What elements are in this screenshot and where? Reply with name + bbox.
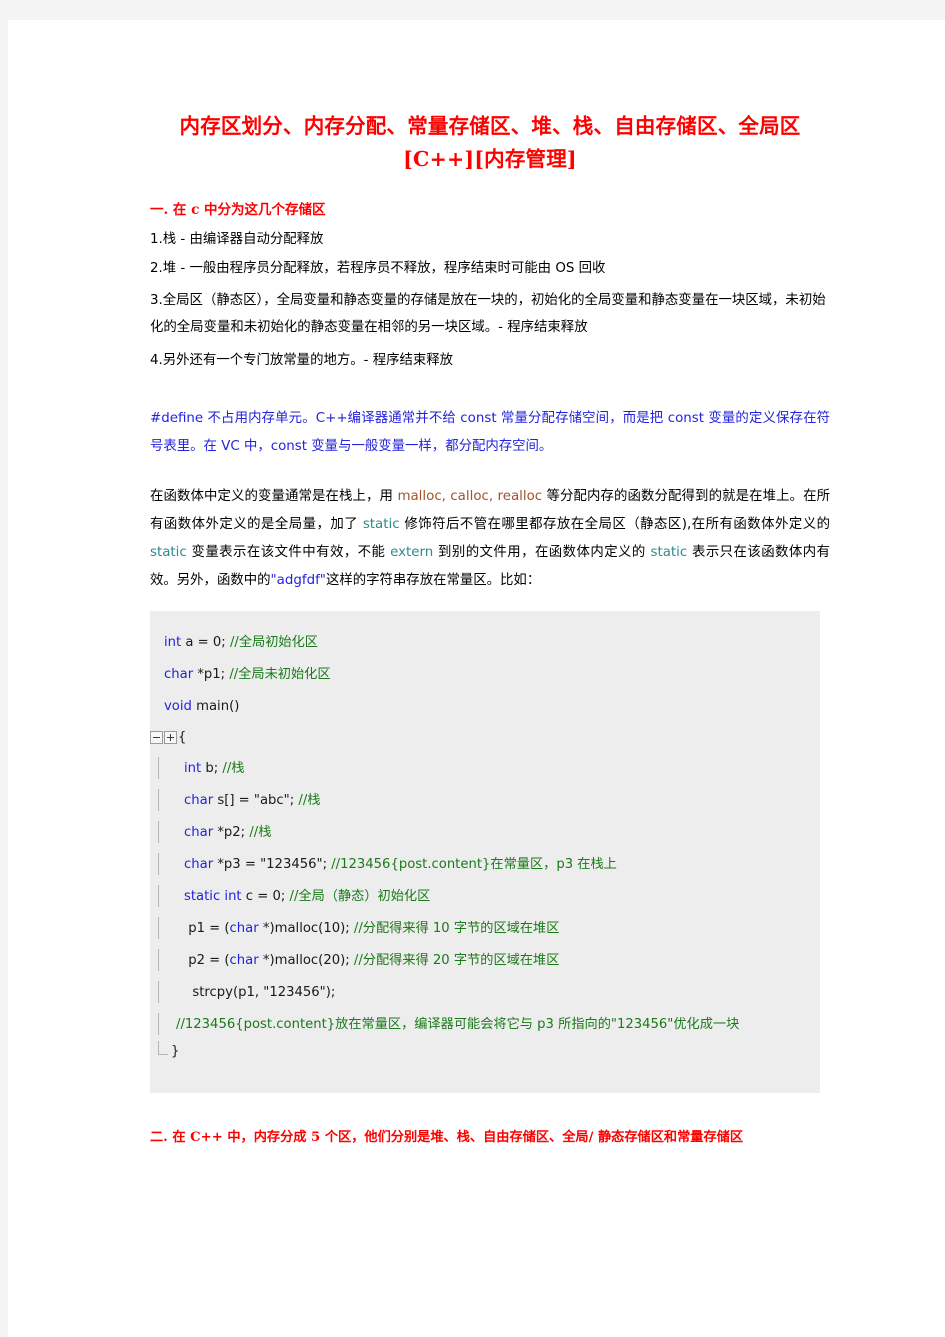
code-comment: //123456{post.content}放在常量区，编译器可能会将它与 p3… <box>176 1016 740 1032</box>
code-comment: //栈 <box>249 824 272 840</box>
para-seg-5: 到别的文件用，在函数体内定义的 <box>433 544 651 560</box>
code-text: main() <box>191 698 240 714</box>
code-keyword: char <box>164 666 194 682</box>
code-keyword: char <box>184 792 214 808</box>
code-indent-guide <box>158 852 159 875</box>
code-line: char *p1; //全局未初始化区 <box>150 659 820 691</box>
code-open-brace: { <box>178 730 187 746</box>
code-line: //123456{post.content}放在常量区，编译器可能会将它与 p3… <box>150 1009 820 1041</box>
section-two-heading: 二. 在 C++ 中，内存分成 5 个区，他们分别是堆、栈、自由存储区、全局/ … <box>150 1129 744 1145</box>
code-text: b; <box>201 760 223 776</box>
keyword-extern: extern <box>390 544 434 560</box>
collapse-minus-icon[interactable] <box>150 731 163 745</box>
code-indent-guide <box>158 820 159 843</box>
code-fold-row: { <box>150 723 820 753</box>
para-seg-4: 变量表示在该文件中有效，不能 <box>186 544 391 560</box>
code-comment: //分配得来得 20 字节的区域在堆区 <box>353 952 560 968</box>
code-indent-guide <box>158 948 159 971</box>
code-text: p1 = ( <box>184 920 230 936</box>
title-line-1: 内存区划分、内存分配、常量存储区、堆、栈、自由存储区、全局区 <box>179 114 801 138</box>
keyword-static-1: static <box>362 517 400 533</box>
code-indent-guide <box>158 1012 159 1035</box>
code-text: a = 0; <box>181 634 230 650</box>
code-line: int b; //栈 <box>150 753 820 785</box>
code-keyword: static int <box>184 888 242 904</box>
code-comment: //123456{post.content}在常量区，p3 在栈上 <box>331 856 617 872</box>
code-keyword: char <box>184 824 214 840</box>
keyword-malloc-group: malloc, calloc, realloc <box>397 489 543 505</box>
code-text: strcpy(p1, "123456"); <box>184 984 336 1000</box>
code-comment: //栈 <box>222 760 245 776</box>
list-item: 1.栈 - 由编译器自动分配释放 <box>150 231 324 247</box>
code-line: static int c = 0; //全局（静态）初始化区 <box>150 881 820 913</box>
para-seg-3: 修饰符后不管在哪里都存放在全局区（静态区),在所有函数体外定义的 <box>399 517 830 533</box>
para-seg-7: 这样的字符串存放在常量区。比如： <box>325 572 541 588</box>
code-keyword: void <box>164 698 192 714</box>
code-keyword: char <box>229 952 259 968</box>
list-item: 3.全局区（静态区），全局变量和静态变量的存储是放在一块的，初始化的全局变量和静… <box>150 293 826 335</box>
define-note-paragraph: #define 不占用内存单元。C++编译器通常并不给 const 常量分配存储… <box>150 411 830 455</box>
code-indent-guide <box>158 884 159 907</box>
code-text: *p3 = "123456"; <box>213 856 332 872</box>
code-keyword: int <box>184 760 202 776</box>
code-close-row: } <box>150 1040 820 1071</box>
title-line-2: [C++][内存管理] <box>403 147 577 172</box>
code-indent-guide <box>158 916 159 939</box>
string-literal-adgfdf: "adgfdf" <box>270 572 326 588</box>
code-line: char s[] = "abc"; //栈 <box>150 785 820 817</box>
code-line: char *p3 = "123456"; //123456{post.conte… <box>150 849 820 881</box>
code-comment: //分配得来得 10 字节的区域在堆区 <box>353 920 560 936</box>
code-block: int a = 0; //全局初始化区 char *p1; //全局未初始化区 … <box>150 610 820 1093</box>
main-explanation-paragraph: 在函数体中定义的变量通常是在栈上，用 malloc, calloc, reall… <box>150 483 830 595</box>
code-line: p1 = (char *)malloc(10); //分配得来得 10 字节的区… <box>150 913 820 945</box>
code-comment: //全局未初始化区 <box>229 666 331 682</box>
code-text: *p2; <box>213 824 250 840</box>
page-title: 内存区划分、内存分配、常量存储区、堆、栈、自由存储区、全局区 [C++][内存管… <box>150 110 830 176</box>
code-line: strcpy(p1, "123456"); <box>150 977 820 1009</box>
code-text: c = 0; <box>241 888 290 904</box>
document-page: 内存区划分、内存分配、常量存储区、堆、栈、自由存储区、全局区 [C++][内存管… <box>8 20 945 1337</box>
code-text: *)malloc(10); <box>258 920 354 936</box>
code-indent-guide <box>158 756 159 779</box>
list-item: 2.堆 - 一般由程序员分配释放，若程序员不释放，程序结束时可能由 OS 回收 <box>150 261 606 277</box>
keyword-static-2: static <box>150 544 187 560</box>
code-comment: //栈 <box>298 792 321 808</box>
code-fold-corner-icon <box>158 1040 168 1055</box>
code-line: p2 = (char *)malloc(20); //分配得来得 20 字节的区… <box>150 945 820 977</box>
code-line: void main() <box>150 691 820 723</box>
document-content: 内存区划分、内存分配、常量存储区、堆、栈、自由存储区、全局区 [C++][内存管… <box>150 110 830 1148</box>
code-indent-guide <box>158 788 159 811</box>
code-text: *p1; <box>193 666 230 682</box>
code-keyword: char <box>229 920 259 936</box>
code-indent-guide <box>158 980 159 1003</box>
code-keyword: int <box>164 634 182 650</box>
section-one-heading: 一. 在 c 中分为这几个存储区 <box>150 202 326 219</box>
para-seg-1: 在函数体中定义的变量通常是在栈上，用 <box>150 489 398 505</box>
code-comment: //全局（静态）初始化区 <box>289 888 431 904</box>
code-close-brace: } <box>171 1043 180 1059</box>
code-text: *)malloc(20); <box>258 952 354 968</box>
code-text: s[] = "abc"; <box>213 792 299 808</box>
keyword-static-3: static <box>650 544 688 560</box>
code-comment: //全局初始化区 <box>229 634 318 650</box>
list-item: 4.另外还有一个专门放常量的地方。- 程序结束释放 <box>150 352 454 368</box>
code-text: p2 = ( <box>184 952 230 968</box>
expand-plus-icon[interactable] <box>164 731 177 745</box>
code-line: int a = 0; //全局初始化区 <box>150 627 820 659</box>
code-keyword: char <box>184 856 214 872</box>
code-line: char *p2; //栈 <box>150 817 820 849</box>
